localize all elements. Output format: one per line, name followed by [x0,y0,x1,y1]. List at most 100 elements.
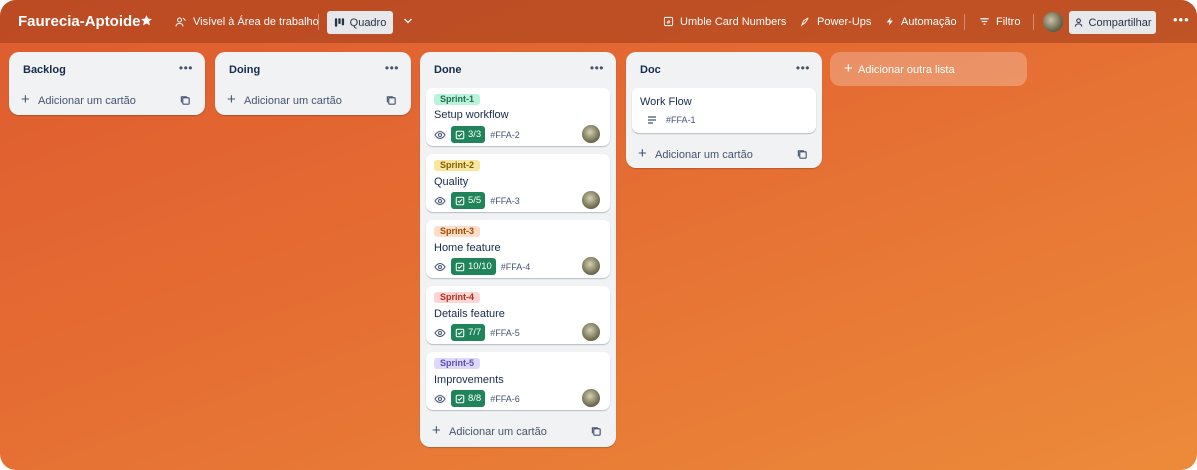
divider [1033,14,1034,30]
view-label: Quadro [349,16,387,29]
list-done: Done ••• Sprint-1 Setup workflow 3/3 #FF… [420,52,616,447]
card-number: #FFA-1 [666,115,696,125]
board-title[interactable]: Faurecia-Aptoide [18,0,141,43]
avatar[interactable] [582,191,600,209]
filter-label: Filtro [996,15,1021,28]
view-switcher-button[interactable]: Quadro [327,11,393,34]
power-ups-button[interactable]: Power-Ups [800,0,871,43]
template-icon[interactable] [386,95,397,106]
checklist-count: 7/7 [468,327,482,338]
avatar[interactable] [582,257,600,275]
add-card-button[interactable]: + Adicionar um cartão [626,141,822,169]
template-icon[interactable] [591,426,602,437]
visibility-button[interactable]: Visível à Área de trabalho [175,0,319,43]
card[interactable]: Sprint-5 Improvements 8/8 #FFA-6 [426,352,610,410]
plus-icon: + [432,422,441,439]
eye-icon [434,130,446,139]
eye-icon [434,394,446,403]
card[interactable]: Sprint-4 Details feature 7/7 #FFA-5 [426,286,610,344]
card[interactable]: Sprint-1 Setup workflow 3/3 #FFA-2 [426,88,610,146]
card[interactable]: Sprint-2 Quality 5/5 #FFA-3 [426,154,610,212]
card-number: #FFA-6 [490,393,520,404]
avatar[interactable] [582,125,600,143]
card[interactable]: Sprint-3 Home feature 10/10 #FFA-4 [426,220,610,278]
automation-label: Automação [901,15,957,28]
card-number: #FFA-2 [490,129,520,140]
board-header: Faurecia-Aptoide Visível à Área de traba… [0,0,1197,43]
list-title[interactable]: Doc [640,64,661,76]
card-badges: 10/10 #FFA-4 [434,258,530,275]
visibility-label: Visível à Área de trabalho [193,15,319,28]
plus-icon: + [21,91,30,108]
card-label: Sprint-2 [434,160,481,171]
card-number: #FFA-5 [490,327,520,338]
checklist-icon [455,328,465,337]
add-card-button[interactable]: + Adicionar um cartão [420,418,616,446]
bolt-icon [886,17,893,26]
more-icon[interactable]: ••• [179,61,193,75]
card-badges: 5/5 #FFA-3 [434,192,520,209]
template-icon[interactable] [180,95,191,106]
add-list-button[interactable]: + Adicionar outra lista [830,52,1027,86]
card-title: Setup workflow [434,109,509,121]
umble-icon: # [663,16,674,27]
share-button[interactable]: Compartilhar [1069,11,1156,34]
automation-button[interactable]: Automação [885,0,957,43]
card-label: Sprint-1 [434,94,481,105]
add-list-label: Adicionar outra lista [858,64,955,76]
chevron-down-icon[interactable] [402,15,414,27]
board-icon [334,18,344,27]
power-ups-label: Power-Ups [817,15,872,28]
list-header: Backlog ••• [9,52,205,87]
checklist-count: 3/3 [468,129,482,140]
checklist-icon [455,394,465,403]
filter-icon [980,18,989,25]
more-icon[interactable]: ••• [796,61,810,75]
eye-icon [434,328,446,337]
card-number: #FFA-4 [500,261,531,272]
umble-card-numbers-button[interactable]: # Umble Card Numbers [663,0,786,43]
card-badges: 7/7 #FFA-5 [434,324,520,341]
add-card-label: Adicionar um cartão [244,95,342,107]
list-doing: Doing ••• + Adicionar um cartão [215,52,411,115]
add-card-button[interactable]: + Adicionar um cartão [215,87,411,115]
add-card-label: Adicionar um cartão [655,149,753,161]
card-label: Sprint-4 [434,292,481,303]
add-card-button[interactable]: + Adicionar um cartão [9,87,205,115]
divider [964,14,965,30]
avatar[interactable] [582,389,600,407]
list-title[interactable]: Done [434,64,462,76]
card-title: Details feature [434,308,505,320]
rocket-icon [800,17,809,27]
card-title: Home feature [434,242,501,254]
checklist-badge: 8/8 [451,390,486,407]
person-add-icon [1074,18,1082,27]
checklist-badge: 7/7 [451,324,486,341]
avatar[interactable] [582,323,600,341]
board-canvas: Faurecia-Aptoide Visível à Área de traba… [0,0,1197,470]
plus-icon: + [844,60,853,77]
template-icon[interactable] [797,149,808,160]
list-title[interactable]: Doing [229,64,260,76]
checklist-badge: 5/5 [451,192,486,209]
filter-button[interactable]: Filtro [979,0,1020,43]
checklist-count: 5/5 [468,195,482,206]
checklist-icon [455,196,465,205]
checklist-badge: 3/3 [451,126,486,143]
card-label: Sprint-3 [434,226,481,237]
list-header: Doing ••• [215,52,411,87]
more-icon[interactable]: ••• [1173,12,1190,27]
more-icon[interactable]: ••• [385,61,399,75]
avatar[interactable] [1043,12,1063,32]
card-title: Work Flow [640,96,692,108]
plus-icon: + [227,91,236,108]
card[interactable]: Work Flow #FFA-1 [632,88,816,133]
eye-icon [434,262,446,271]
card-badges: 8/8 #FFA-6 [434,390,520,407]
people-icon [175,17,186,27]
list-title[interactable]: Backlog [23,64,66,76]
card-label: Sprint-5 [434,358,481,369]
card-title: Quality [434,176,469,188]
more-icon[interactable]: ••• [590,61,604,75]
star-icon[interactable] [140,14,153,27]
